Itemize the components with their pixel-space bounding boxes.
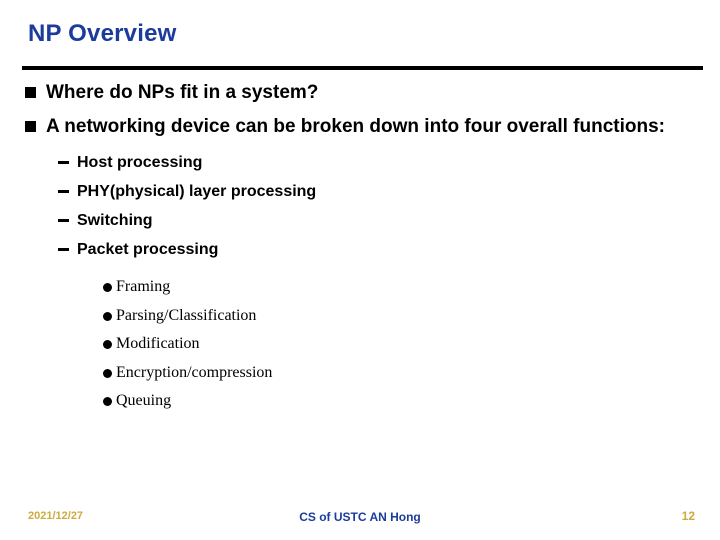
bullet-level2-label: PHY(physical) layer processing bbox=[77, 183, 317, 200]
circle-bullet-icon bbox=[103, 311, 112, 321]
footer-course-label: CS of USTC AN Hong bbox=[299, 510, 421, 524]
circle-bullet-icon bbox=[103, 368, 112, 378]
bullet-level2-label: Switching bbox=[77, 212, 153, 229]
bullet-level3-label: Queuing bbox=[116, 392, 172, 409]
slide-body: Where do NPs fit in a system? A networki… bbox=[0, 80, 720, 416]
bullet-level3-item: Framing bbox=[0, 273, 720, 302]
dash-bullet-icon bbox=[58, 248, 69, 251]
bullet-level1-item: A networking device can be broken down i… bbox=[0, 114, 686, 140]
bullet-level3-group: Framing Parsing/Classification Modificat… bbox=[0, 273, 720, 416]
title-divider bbox=[22, 66, 703, 70]
bullet-level3-label: Modification bbox=[116, 335, 200, 352]
circle-bullet-icon bbox=[103, 283, 112, 292]
bullet-level3-item: Parsing/Classification bbox=[0, 302, 720, 331]
bullet-level2-item: Packet processing bbox=[0, 235, 720, 264]
dash-bullet-icon bbox=[58, 161, 69, 164]
square-bullet-icon bbox=[25, 87, 36, 98]
bullet-level2-label: Packet processing bbox=[77, 241, 219, 258]
bullet-level3-label: Encryption/compression bbox=[116, 363, 273, 381]
dash-bullet-icon bbox=[58, 219, 69, 222]
footer-page-number: 12 bbox=[681, 509, 695, 523]
page-title: NP Overview bbox=[28, 20, 177, 47]
slide-footer: 2021/12/27 CS of USTC AN Hong 12 bbox=[0, 508, 720, 528]
bullet-level2-item: PHY(physical) layer processing bbox=[0, 177, 720, 206]
square-bullet-icon bbox=[25, 121, 36, 132]
circle-bullet-icon bbox=[103, 340, 112, 349]
slide: NP Overview Where do NPs fit in a system… bbox=[0, 0, 720, 540]
bullet-level1-label: Where do NPs fit in a system? bbox=[46, 82, 319, 103]
bullet-level1-item: Where do NPs fit in a system? bbox=[0, 80, 686, 106]
circle-bullet-icon bbox=[103, 397, 112, 406]
bullet-level2-item: Host processing bbox=[0, 148, 720, 177]
bullet-level3-item: Queuing bbox=[0, 387, 720, 416]
dash-bullet-icon bbox=[58, 190, 69, 193]
bullet-level3-item: Encryption/compression bbox=[0, 359, 720, 388]
bullet-level1-label: A networking device can be broken down i… bbox=[46, 116, 665, 137]
bullet-level3-label: Framing bbox=[116, 278, 171, 295]
bullet-level2-group: Host processing PHY(physical) layer proc… bbox=[0, 148, 720, 264]
bullet-level3-item: Modification bbox=[0, 330, 720, 359]
bullet-level2-item: Switching bbox=[0, 206, 720, 235]
bullet-level3-label: Parsing/Classification bbox=[116, 306, 257, 324]
bullet-level2-label: Host processing bbox=[77, 154, 203, 171]
